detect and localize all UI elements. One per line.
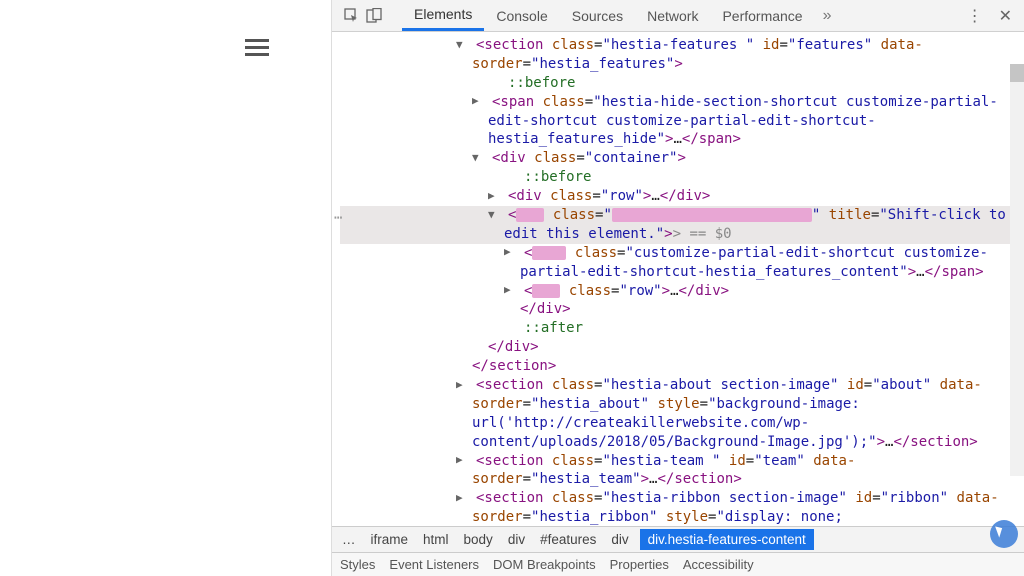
tab-event-listeners[interactable]: Event Listeners	[389, 557, 479, 572]
redacted-tag	[516, 208, 544, 222]
breadcrumb-item[interactable]: div	[607, 532, 632, 547]
devtools-tabs: Elements Console Sources Network Perform…	[402, 0, 832, 31]
dom-node[interactable]: ▶< class="row">…</div>	[340, 282, 1024, 301]
dom-node[interactable]: ▼<div class="container">	[340, 149, 1024, 168]
dom-node[interactable]: ▼<section class="hestia-features " id="f…	[340, 36, 1024, 74]
page-preview: ur adipiscing ut labore et	[0, 0, 332, 576]
tab-dom-breakpoints[interactable]: DOM Breakpoints	[493, 557, 596, 572]
dom-node[interactable]: ▶<section class="hestia-team " id="team"…	[340, 452, 1024, 490]
tab-properties[interactable]: Properties	[610, 557, 669, 572]
redacted-tag	[532, 284, 560, 298]
cursor-icon	[990, 520, 1018, 548]
tab-network[interactable]: Network	[635, 0, 710, 31]
dom-pseudo[interactable]: ::after	[340, 319, 1024, 338]
dom-pseudo[interactable]: ::before	[340, 74, 1024, 93]
devtools-toolbar: Elements Console Sources Network Perform…	[332, 0, 1024, 32]
menu-icon[interactable]	[245, 35, 269, 60]
breadcrumb-item[interactable]: body	[460, 532, 497, 547]
breadcrumb-item[interactable]: div	[504, 532, 529, 547]
breadcrumb-ellipsis[interactable]: …	[338, 532, 360, 547]
close-icon[interactable]: ✕	[999, 6, 1012, 26]
scrollbar-track[interactable]	[1010, 82, 1024, 476]
line-actions-icon[interactable]: ⋯	[334, 209, 342, 228]
redacted-tag	[532, 246, 566, 260]
tab-accessibility[interactable]: Accessibility	[683, 557, 754, 572]
tab-performance[interactable]: Performance	[710, 0, 814, 31]
tab-sources[interactable]: Sources	[560, 0, 635, 31]
inspect-icon[interactable]	[344, 8, 360, 24]
styles-tabs: Styles Event Listeners DOM Breakpoints P…	[332, 552, 1024, 576]
dom-node[interactable]: ▶<section class="hestia-about section-im…	[340, 376, 1024, 452]
tab-console[interactable]: Console	[484, 0, 559, 31]
breadcrumb-item-selected[interactable]: div.hestia-features-content	[640, 529, 814, 550]
more-tabs-icon[interactable]: »	[823, 7, 832, 25]
dom-node[interactable]: </section>	[340, 357, 1024, 376]
dom-node-selected[interactable]: ▼< class="" title="Shift-click to edit t…	[340, 206, 1024, 244]
dom-pseudo[interactable]: ::before	[340, 168, 1024, 187]
dom-node[interactable]: ▶<div class="row">…</div>	[340, 187, 1024, 206]
breadcrumb: … iframe html body div #features div div…	[332, 526, 1024, 552]
scrollbar-thumb[interactable]	[1010, 64, 1024, 82]
breadcrumb-item[interactable]: iframe	[367, 532, 413, 547]
dom-node[interactable]: ▶<section class="hestia-ribbon section-i…	[340, 489, 1024, 526]
dom-node[interactable]: ▶<span class="hestia-hide-section-shortc…	[340, 93, 1024, 150]
device-icon[interactable]	[366, 8, 382, 24]
elements-tree[interactable]: ⋯ ▼<section class="hestia-features " id=…	[332, 32, 1024, 526]
dom-node[interactable]: </div>	[340, 300, 1024, 319]
tab-elements[interactable]: Elements	[402, 0, 484, 31]
breadcrumb-item[interactable]: #features	[536, 532, 600, 547]
breadcrumb-item[interactable]: html	[419, 532, 453, 547]
tab-styles[interactable]: Styles	[340, 557, 375, 572]
dom-node[interactable]: </div>	[340, 338, 1024, 357]
redacted-class	[612, 208, 812, 222]
dom-node[interactable]: ▶< class="customize-partial-edit-shortcu…	[340, 244, 1024, 282]
devtools-panel: Elements Console Sources Network Perform…	[332, 0, 1024, 576]
kebab-menu-icon[interactable]: ⋮	[967, 6, 983, 26]
